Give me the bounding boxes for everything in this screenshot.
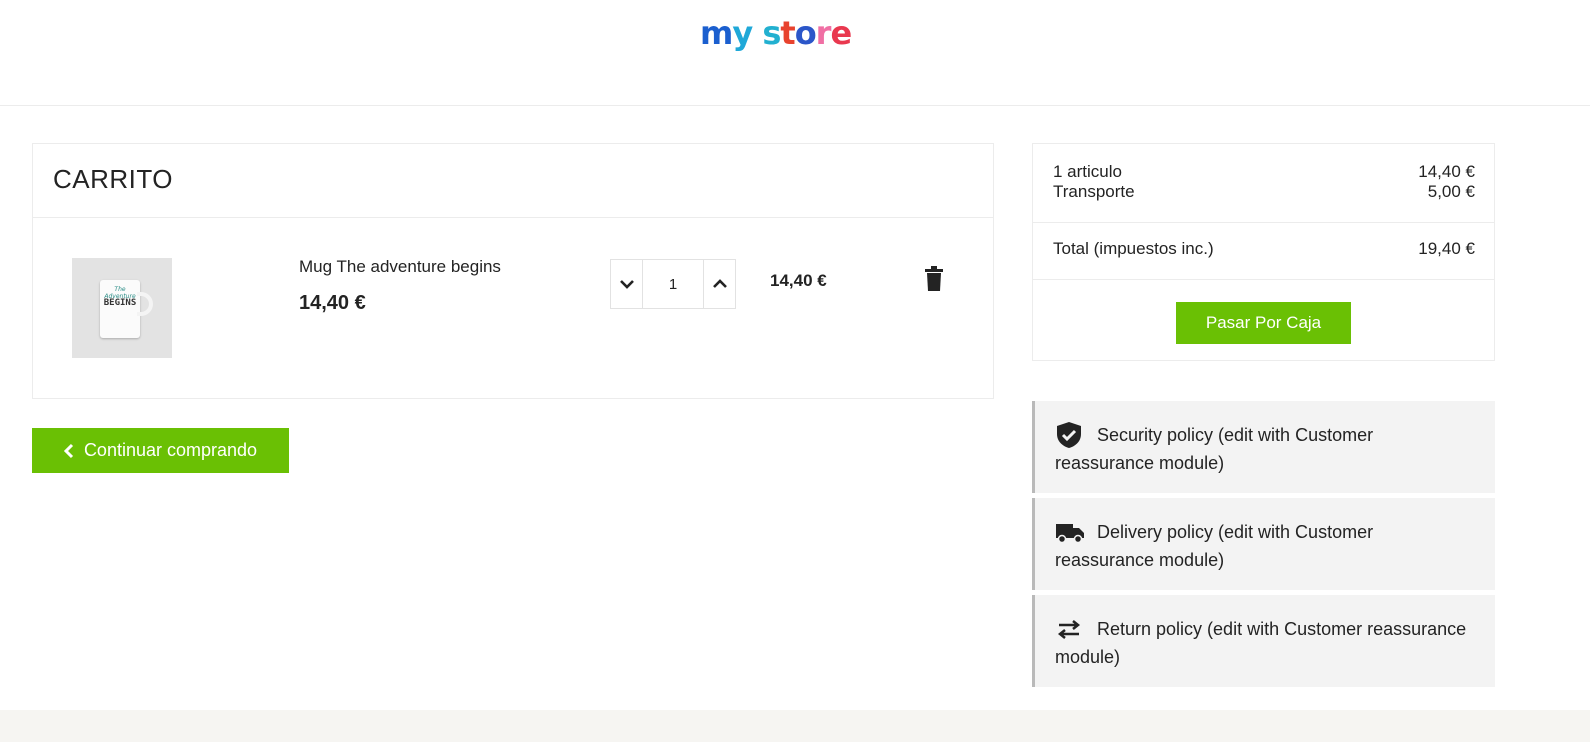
cart-summary: 1 articulo 14,40 € Transporte 5,00 € Tot… xyxy=(1032,143,1495,361)
total-value: 19,40 € xyxy=(1418,239,1475,258)
summary-divider xyxy=(1033,222,1494,223)
checkout-button[interactable]: Pasar Por Caja xyxy=(1176,302,1351,344)
chevron-down-icon xyxy=(619,280,634,289)
items-value: 14,40 € xyxy=(1418,162,1475,181)
trash-icon xyxy=(925,266,943,291)
remove-item-button[interactable] xyxy=(923,266,945,292)
shipping-label: Transporte xyxy=(1053,182,1135,201)
truck-icon xyxy=(1055,518,1085,546)
total-row: Total (impuestos inc.) 19,40 € xyxy=(1053,239,1475,259)
items-label: 1 articulo xyxy=(1053,162,1122,181)
continue-shopping-button[interactable]: Continuar comprando xyxy=(32,428,289,473)
store-logo[interactable]: my store xyxy=(700,14,852,52)
continue-shopping-label: Continuar comprando xyxy=(83,440,258,460)
product-name-link[interactable]: Mug The adventure begins xyxy=(299,257,501,277)
chevron-up-icon xyxy=(712,279,727,288)
reassurance-delivery: Delivery policy (edit with Customer reas… xyxy=(1032,498,1495,590)
reassurance-security: Security policy (edit with Customer reas… xyxy=(1032,401,1495,493)
shipping-value: 5,00 € xyxy=(1427,182,1475,201)
cart-panel: CARRITO The Adventure BEGINS Mug The adv… xyxy=(32,143,994,399)
total-label: Total (impuestos inc.) xyxy=(1053,239,1214,258)
cart-divider xyxy=(33,217,993,218)
reassurance-text: Security policy (edit with Customer reas… xyxy=(1055,425,1374,473)
product-image[interactable]: The Adventure BEGINS xyxy=(72,258,172,358)
shipping-row: Transporte 5,00 € xyxy=(1053,182,1475,202)
cart-title: CARRITO xyxy=(53,164,174,194)
decrease-quantity-button[interactable] xyxy=(610,259,643,309)
reassurance-return: Return policy (edit with Customer reassu… xyxy=(1032,595,1495,687)
quantity-stepper: 1 xyxy=(610,259,736,309)
product-unit-price: 14,40 € xyxy=(299,292,366,314)
increase-quantity-button[interactable] xyxy=(703,259,736,309)
quantity-input[interactable]: 1 xyxy=(643,259,703,309)
mug-main-text: BEGINS xyxy=(103,298,137,308)
mug-handle xyxy=(137,292,153,316)
summary-divider xyxy=(1033,279,1494,280)
site-header: my store xyxy=(0,0,1590,106)
line-total: 14,40 € xyxy=(770,271,827,290)
page-footer xyxy=(0,710,1590,742)
shield-check-icon xyxy=(1055,421,1085,449)
swap-arrows-icon xyxy=(1055,615,1085,643)
reassurance-text: Return policy (edit with Customer reassu… xyxy=(1055,619,1467,667)
chevron-left-icon xyxy=(63,443,73,458)
reassurance-text: Delivery policy (edit with Customer reas… xyxy=(1055,522,1374,570)
items-row: 1 articulo 14,40 € xyxy=(1053,162,1475,182)
